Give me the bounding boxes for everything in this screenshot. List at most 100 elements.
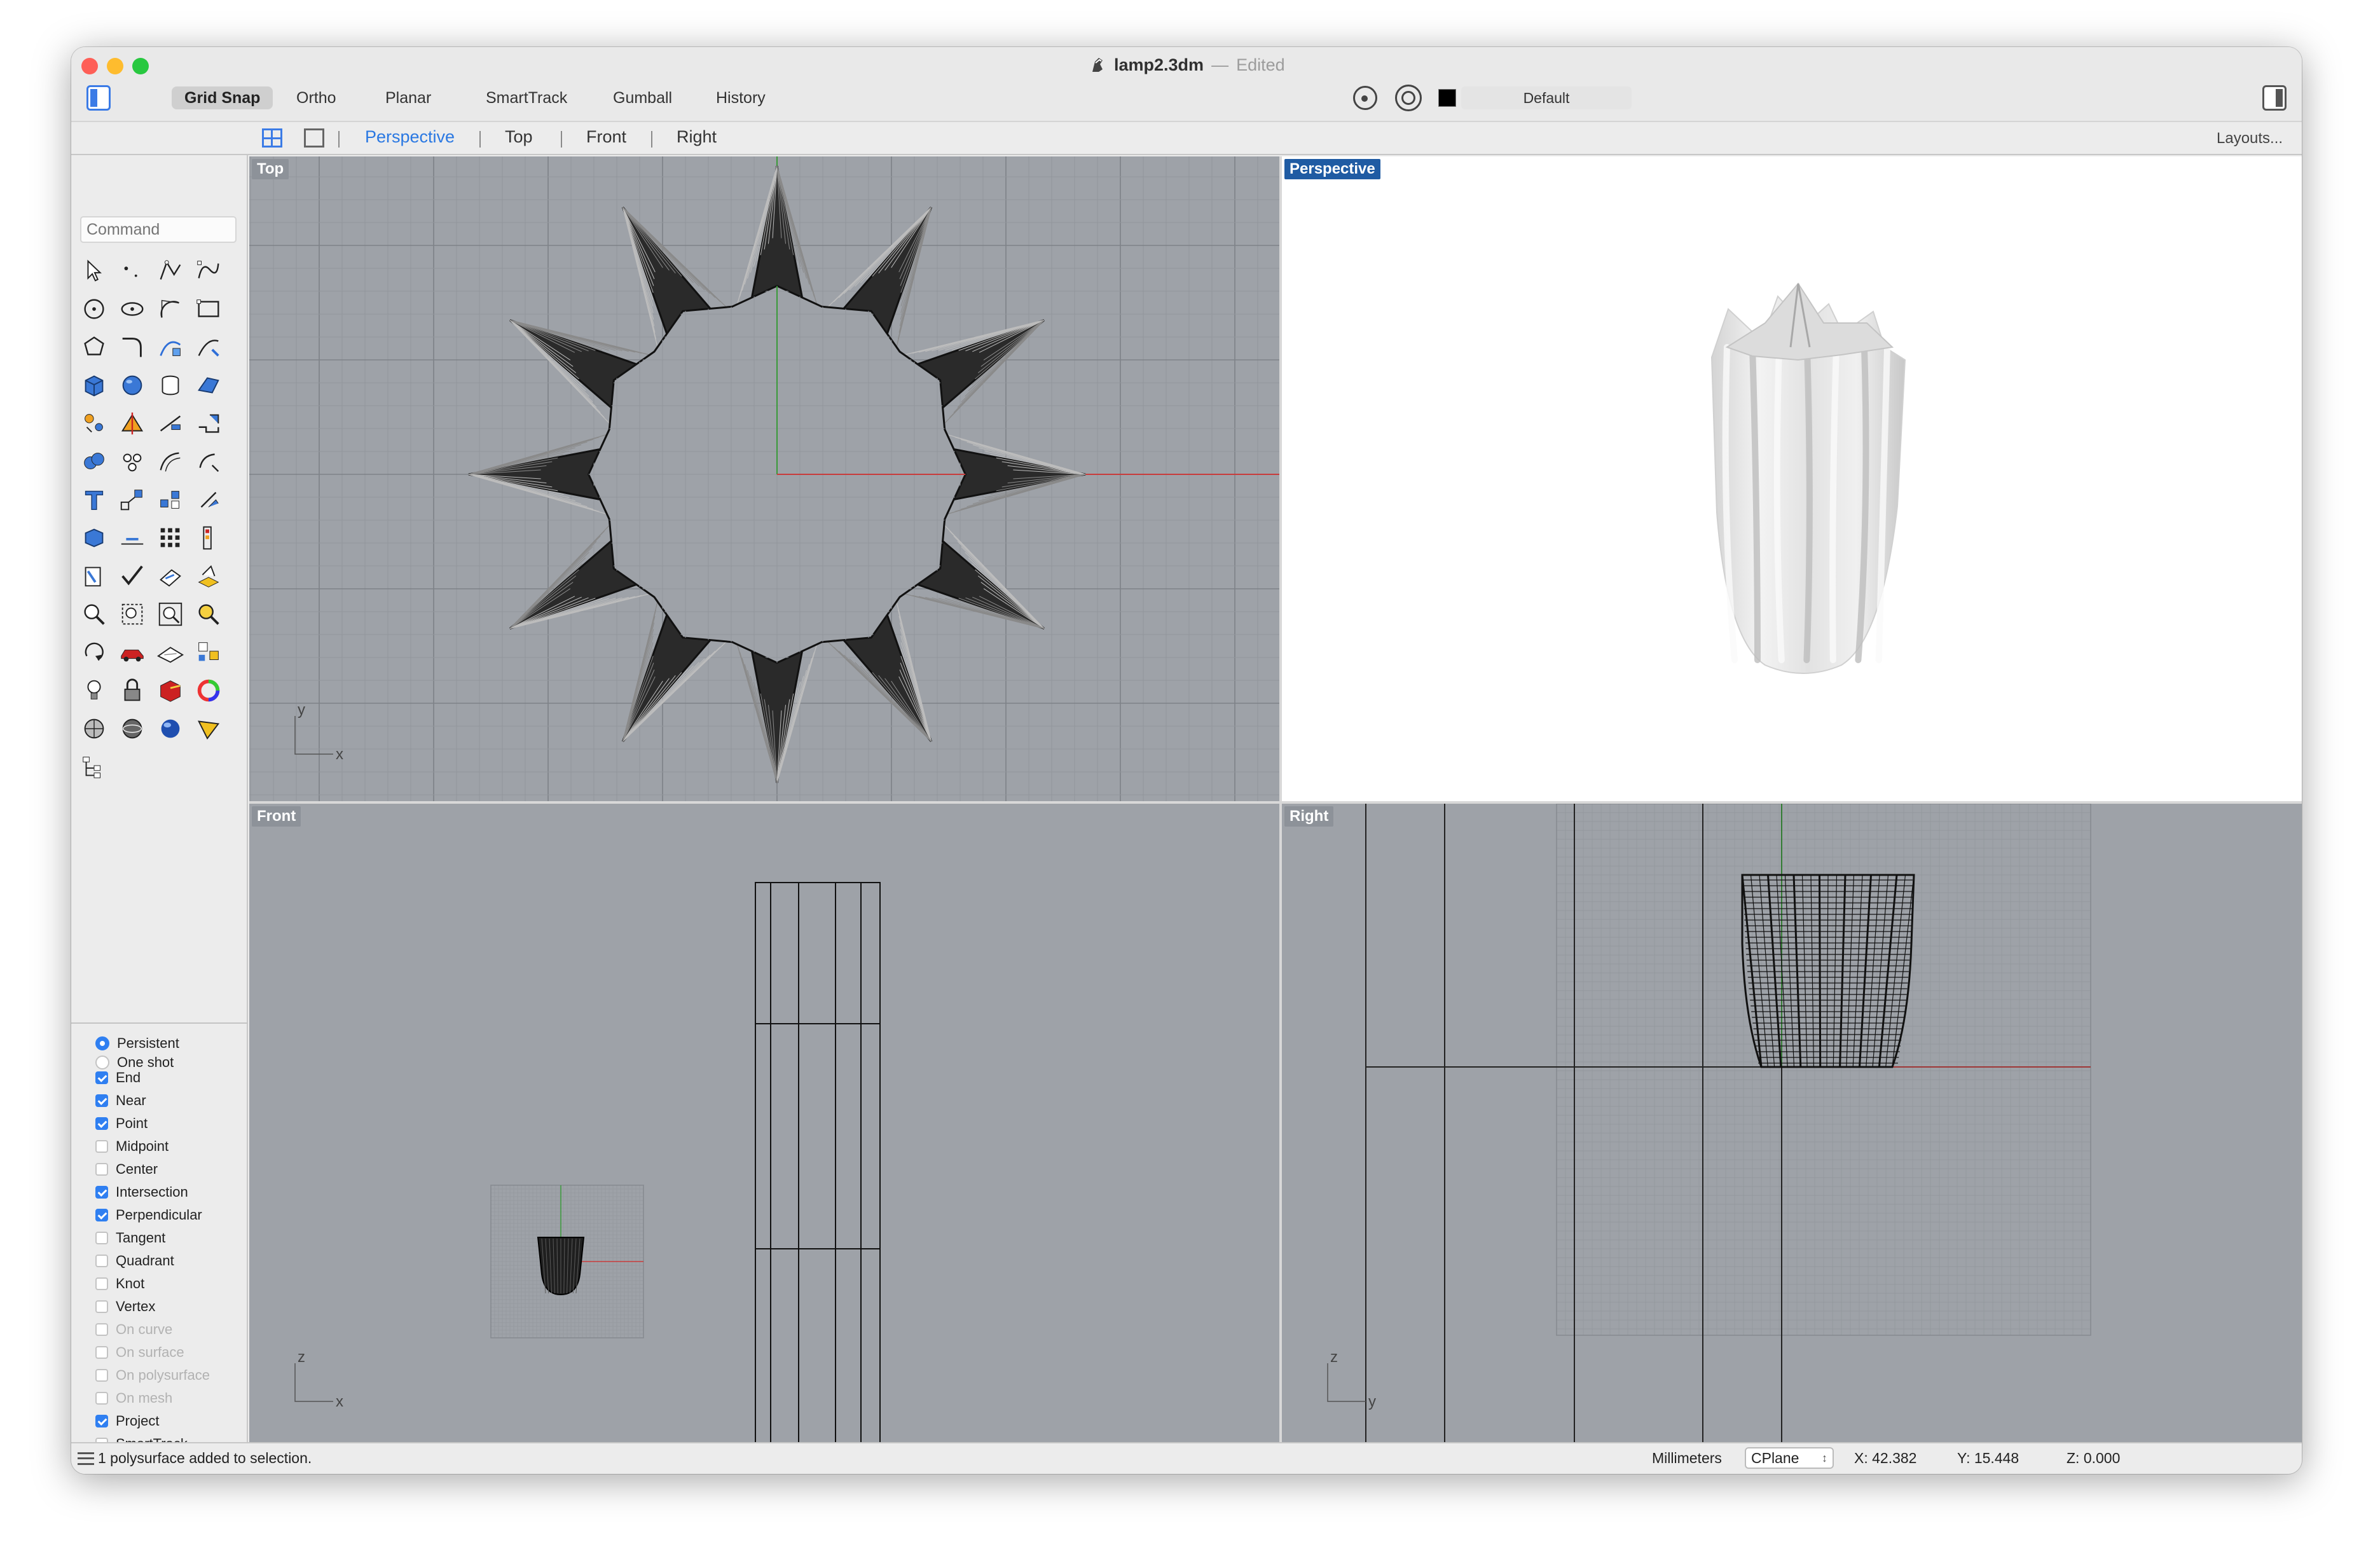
viewport-right[interactable]: zy Right [1282,804,2302,1442]
history-toggle[interactable]: History [703,86,778,109]
radio-button[interactable] [95,1056,109,1069]
tab-perspective[interactable]: Perspective [365,127,455,147]
zoom-icon[interactable] [75,595,113,633]
dimension-icon[interactable] [113,519,151,557]
light-icon[interactable] [75,671,113,710]
osnap-end[interactable]: End [95,1068,141,1087]
tab-right[interactable]: Right [677,127,717,147]
osnap-tangent[interactable]: Tangent [95,1228,165,1248]
shaded-icon[interactable] [75,710,113,748]
osnap-knot[interactable]: Knot [95,1274,144,1293]
viewport-label-perspective[interactable]: Perspective [1284,159,1380,179]
viewport-label-right[interactable]: Right [1284,806,1334,827]
analyze-icon[interactable] [75,557,113,595]
checkbox[interactable] [95,1415,108,1427]
osnap-on-surface[interactable]: On surface [95,1343,184,1362]
viewport-label-front[interactable]: Front [252,806,301,827]
checkbox[interactable] [95,1392,108,1405]
checkbox[interactable] [95,1277,108,1290]
osnap-on-curve[interactable]: On curve [95,1320,172,1339]
osnap-midpoint[interactable]: Midpoint [95,1137,169,1156]
zoom-window-icon[interactable] [113,595,151,633]
smarttrack-toggle[interactable]: SmartTrack [473,86,580,109]
right-view-canvas[interactable]: zy [1282,804,2302,1442]
hierarchy-icon[interactable] [75,748,113,786]
rectangle-icon[interactable] [189,290,228,328]
arc-icon[interactable] [151,290,189,328]
hamburger-menu-icon[interactable] [78,1452,94,1465]
grid-array-icon[interactable] [151,519,189,557]
point-icon[interactable] [113,252,151,290]
checkbox[interactable] [95,1300,108,1313]
viewport-top[interactable]: yx Top [249,156,1279,801]
osnap-point[interactable]: Point [95,1114,148,1133]
ortho-toggle[interactable]: Ortho [284,86,349,109]
zoom-extents-icon[interactable] [151,595,189,633]
text-icon[interactable] [75,481,113,519]
top-view-canvas[interactable]: yx [249,156,1279,801]
polyline-icon[interactable] [151,252,189,290]
circle-icon[interactable] [75,290,113,328]
command-input[interactable] [80,216,237,243]
group-icon[interactable] [113,443,151,481]
right-panel-toggle-icon[interactable] [2262,85,2287,111]
viewport-perspective[interactable]: Perspective [1282,156,2302,801]
extend-icon[interactable] [189,328,228,366]
checkbox[interactable] [95,1369,108,1382]
array-icon[interactable] [151,481,189,519]
osnap-center[interactable]: Center [95,1160,158,1179]
zoom-selected-icon[interactable] [189,595,228,633]
radio-button[interactable] [95,1036,109,1050]
viewport-front[interactable]: zx Front [249,804,1279,1442]
fillet-curves-icon[interactable] [113,328,151,366]
osnap-near[interactable]: Near [95,1091,146,1110]
four-viewport-layout-icon[interactable] [262,128,282,148]
rebuild-curve-icon[interactable] [151,328,189,366]
split-icon[interactable] [113,404,151,443]
checkbox[interactable] [95,1094,108,1107]
osnap-on-mesh[interactable]: On mesh [95,1389,172,1408]
rendered-icon[interactable] [113,710,151,748]
osnap-project[interactable]: Project [95,1412,159,1431]
join-icon[interactable] [189,404,228,443]
rotate-view-icon[interactable] [75,633,113,671]
curve-icon[interactable] [189,252,228,290]
osnap-intersection[interactable]: Intersection [95,1183,188,1202]
viewport-splitter-vertical[interactable] [1279,156,1282,1442]
planar-toggle[interactable]: Planar [373,86,444,109]
color-wheel-icon[interactable] [189,671,228,710]
front-view-canvas[interactable]: zx [249,804,1279,1442]
checkbox[interactable] [95,1117,108,1130]
explode-icon[interactable] [75,404,113,443]
material-icon[interactable] [151,671,189,710]
ellipse-icon[interactable] [113,290,151,328]
snapshots-icon[interactable] [189,633,228,671]
checkbox[interactable] [95,1140,108,1153]
close-button[interactable] [81,58,98,74]
checkbox[interactable] [95,1255,108,1267]
select-arrow-icon[interactable] [75,252,113,290]
section-icon[interactable] [151,557,189,595]
box-icon[interactable] [75,366,113,404]
checkbox[interactable] [95,1186,108,1199]
perspective-view-canvas[interactable] [1282,156,2302,801]
viewport-splitter-horizontal[interactable] [249,801,2302,804]
trim-icon[interactable] [151,404,189,443]
scale-icon[interactable] [113,481,151,519]
osnap-perpendicular[interactable]: Perpendicular [95,1206,202,1225]
polygon-icon[interactable] [75,328,113,366]
tab-top[interactable]: Top [505,127,533,147]
tab-front[interactable]: Front [586,127,626,147]
sphere-icon[interactable] [113,366,151,404]
viewport-cone-icon[interactable] [189,710,228,748]
plane-icon[interactable] [151,633,189,671]
sphere-render-icon[interactable] [151,710,189,748]
current-layer-field[interactable]: Default [1461,86,1632,109]
car-render-icon[interactable] [113,633,151,671]
viewport-label-top[interactable]: Top [252,159,289,179]
single-viewport-layout-icon[interactable] [304,128,324,148]
offset-icon[interactable] [151,443,189,481]
gumball-icon[interactable] [189,481,228,519]
osnap-on-polysurface[interactable]: On polysurface [95,1366,210,1385]
surface-icon[interactable] [189,366,228,404]
